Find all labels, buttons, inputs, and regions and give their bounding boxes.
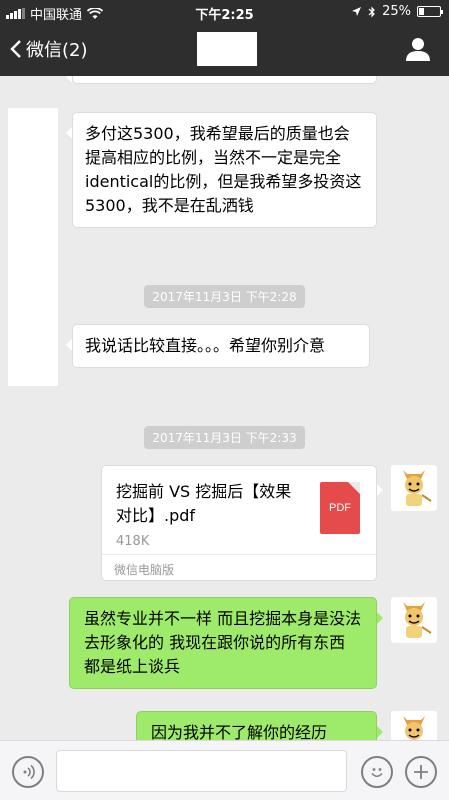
message-bubble[interactable]: 多付这5300，我希望最后的质量也会提高相应的比例，当然不一定是完全identi… [66,112,377,228]
message-bubble-sent[interactable]: 虽然专业并不一样 而且挖掘本身是没法去形象化的 我现在跟你说的所有东西 都是纸上… [69,597,383,689]
timestamp-label: 2017年11月3日 下午2:28 [144,285,305,308]
message-text: 我说话比较直接。。。希望你别介意 [85,336,326,355]
file-source: 微信电脑版 [114,563,175,577]
nav-bar: 微信(2) [0,24,449,76]
message-text: 因为我并不了解你的经历 [151,723,328,740]
back-label: 微信(2) [26,40,88,61]
file-divider [102,554,376,555]
smiley-icon [371,768,383,778]
status-bar: 中国联通 下午2:25 25% [0,0,449,24]
file-name: 挖掘前 VS 挖掘后【效果对比】.pdf [116,482,292,525]
back-button[interactable]: 微信(2) [10,36,88,62]
contact-profile-icon[interactable] [405,36,431,62]
avatar[interactable] [391,465,437,511]
message-bubble[interactable]: 我说话比较直接。。。希望你别介意 [66,324,370,368]
top-bar: 中国联通 下午2:25 25% 微信(2) [0,0,449,76]
voice-toggle-button[interactable] [12,756,44,788]
voice-icon [23,764,35,780]
emoji-button[interactable] [361,756,393,788]
pdf-badge-label: PDF [329,502,351,514]
input-bar [0,740,449,800]
message-input[interactable] [56,750,347,792]
timestamp: 2017年11月3日 下午2:28 [0,285,449,308]
message-bubble-sent[interactable]: 因为我并不了解你的经历 [136,711,383,740]
more-options-button[interactable] [405,756,437,788]
chat-title-redacted [197,32,257,66]
file-attachment[interactable]: 挖掘前 VS 挖掘后【效果对比】.pdf PDF 418K 微信电脑版 [101,465,383,581]
message-bubble-partial[interactable] [66,76,377,84]
message-text: 虽然专业并不一样 而且挖掘本身是没法去形象化的 我现在跟你说的所有东西 都是纸上… [84,609,362,676]
file-size: 418K [116,534,150,549]
plus-icon [414,765,428,779]
timestamp-label: 2017年11月3日 下午2:33 [144,426,305,449]
timestamp: 2017年11月3日 下午2:33 [0,426,449,449]
avatar[interactable] [391,711,437,740]
avatar[interactable] [391,597,437,643]
message-text: 多付这5300，我希望最后的质量也会提高相应的比例，当然不一定是完全identi… [85,124,362,215]
battery-percent: 25% [382,4,411,19]
bluetooth-icon [368,6,375,17]
battery-icon [417,6,443,17]
chat-area[interactable]: 多付这5300，我希望最后的质量也会提高相应的比例，当然不一定是完全identi… [0,76,449,740]
cartoon-avatar-icon [403,602,432,638]
pdf-file-icon: PDF [320,482,360,534]
cartoon-avatar-icon [403,716,425,740]
avatar-redacted [8,108,58,386]
chevron-left-icon [10,40,21,58]
cartoon-avatar-icon [403,470,432,506]
location-icon [352,7,362,16]
